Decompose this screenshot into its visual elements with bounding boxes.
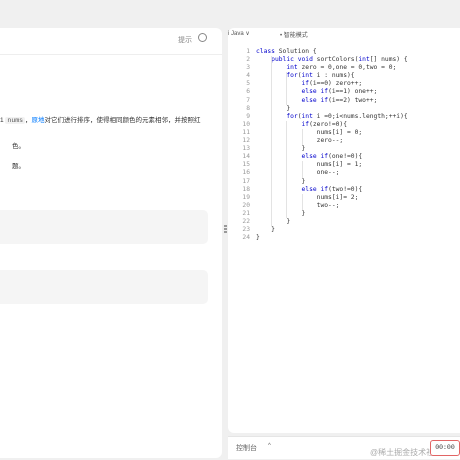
timer[interactable]: 00:00 — [430, 440, 460, 456]
line-number-gutter: 1 2 3 4 5 6 7 8 9 10 11 12 13 14 15 16 17 18 19 20 21 22 23 24 — [228, 48, 250, 242]
panel-resize-handle[interactable] — [224, 225, 227, 235]
line-number: 15 — [242, 161, 250, 169]
example-2-box — [0, 270, 208, 304]
indent-guide — [301, 161, 303, 178]
description-text: 对它们进行排序，使得相同颜色的元素相邻，并按照红 — [44, 117, 201, 124]
code-line: } — [256, 226, 275, 234]
indent-guide — [301, 193, 303, 210]
chevron-up-icon[interactable]: ^ — [268, 443, 271, 449]
smart-mode-toggle[interactable]: • 智能模式 — [280, 30, 308, 39]
line-number: 16 — [242, 169, 250, 177]
line-number: 19 — [242, 193, 250, 201]
editor-toolbar: i Java ∨ • 智能模式 — [228, 28, 460, 42]
indent-guide — [301, 129, 303, 146]
line-number: 14 — [242, 153, 250, 161]
line-number: 12 — [242, 137, 250, 145]
console-tab[interactable]: 控制台 — [236, 443, 257, 453]
inline-code-nums: nums — [5, 117, 26, 124]
line-number: 8 — [246, 104, 250, 112]
line-number: 23 — [242, 226, 250, 234]
description-text: 题。 — [12, 163, 25, 170]
settings-icon[interactable] — [198, 33, 207, 42]
description-line-3: 题。 — [12, 160, 25, 170]
code-editor-panel: i Java ∨ • 智能模式 1 2 3 4 5 6 7 8 9 10 11 12 13 14 15 16 1… — [228, 28, 460, 433]
code-line: public void sortColors(int[] nums) { — [271, 56, 408, 64]
code-line: } — [256, 217, 291, 225]
line-number: 1 — [246, 48, 250, 55]
line-number: 7 — [246, 96, 250, 104]
code-line: for(int i =0;i<nums.length;++i){ — [286, 112, 408, 120]
description-line-2: 色。 — [12, 140, 25, 150]
line-number: 11 — [242, 128, 250, 136]
line-number: 9 — [246, 112, 250, 120]
line-number: 6 — [246, 88, 250, 96]
line-number: 10 — [242, 120, 250, 128]
example-1-box — [0, 210, 208, 244]
line-number: 22 — [242, 217, 250, 225]
line-number: 17 — [242, 177, 250, 185]
indent-guide — [271, 56, 273, 227]
language-label: Java — [231, 31, 244, 37]
line-number: 18 — [242, 185, 250, 193]
code-line: class Solution { — [256, 48, 317, 55]
problem-panel: 提示 1 nums ，原地对它们进行排序，使得相同颜色的元素相邻，并按照红 色。 … — [0, 28, 222, 458]
line-number: 2 — [246, 56, 250, 64]
description-text: 色。 — [12, 143, 25, 150]
in-place-link[interactable]: 原地 — [32, 117, 45, 124]
line-number: 13 — [242, 145, 250, 153]
smart-mode-label: 智能模式 — [283, 33, 308, 39]
code-line: } — [256, 234, 260, 242]
hint-button[interactable]: 提示 — [178, 35, 192, 45]
description-line-1: 1 nums ，原地对它们进行排序，使得相同颜色的元素相邻，并按照红 — [0, 114, 201, 124]
line-number: 21 — [242, 209, 250, 217]
code-text-area[interactable]: class Solution { public void sortColors(… — [256, 48, 456, 242]
line-number: 5 — [246, 80, 250, 88]
problem-toolbar: 提示 — [0, 28, 222, 55]
line-number: 4 — [246, 72, 250, 80]
indent-guide — [286, 120, 288, 219]
code-line: } — [256, 104, 291, 112]
chevron-down-icon: ∨ — [243, 31, 250, 37]
language-select[interactable]: i Java ∨ — [228, 30, 250, 37]
line-number: 24 — [242, 234, 250, 242]
line-number: 20 — [242, 201, 250, 209]
line-number: 3 — [246, 64, 250, 72]
indent-guide — [286, 72, 288, 105]
code-line: int zero = 0,one = 0,two = 0; — [286, 64, 397, 72]
